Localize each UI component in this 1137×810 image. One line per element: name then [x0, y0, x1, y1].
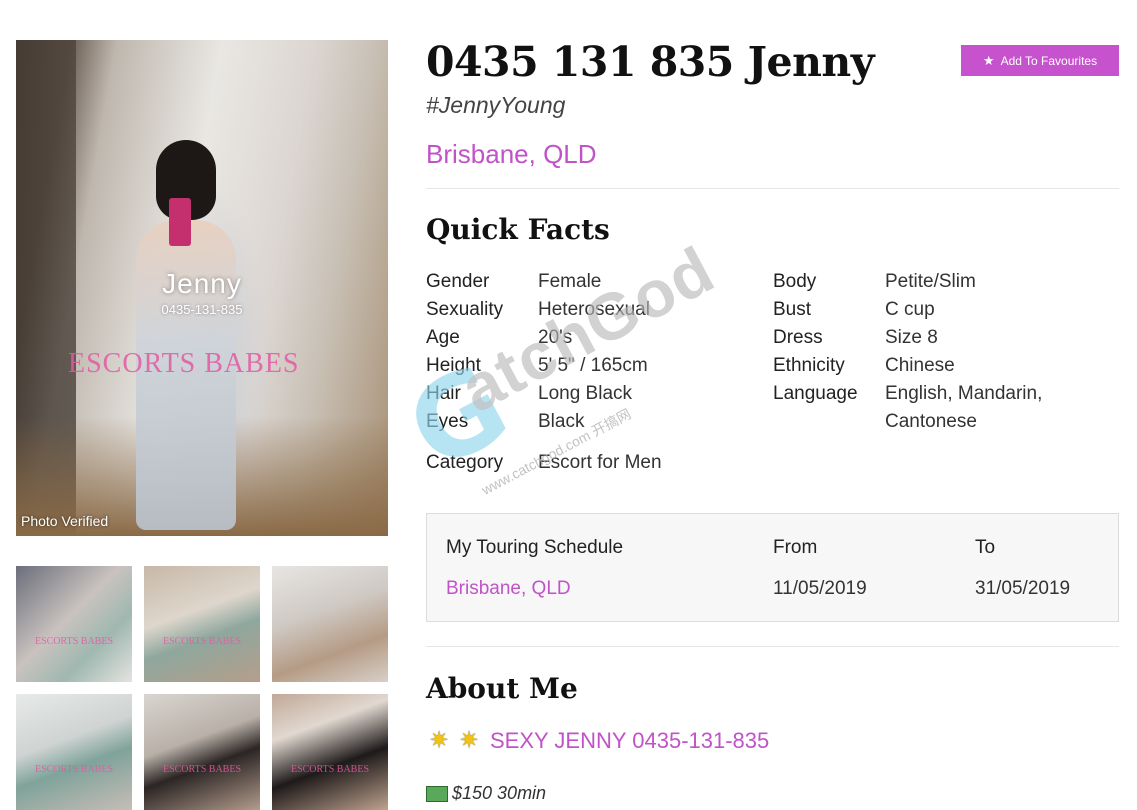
fact-value: Female [538, 271, 602, 292]
fact-label: Sexuality [426, 299, 504, 320]
sparkle-star-icon: ✷ [458, 727, 480, 754]
fact-label: Gender [426, 271, 490, 292]
touring-header-to: To [975, 537, 996, 558]
fact-label: Bust [773, 299, 812, 320]
photo-watermark-phone: 0435-131-835 [161, 302, 243, 317]
divider [426, 188, 1119, 189]
about-headline-text: SEXY JENNY 0435-131-835 [490, 728, 770, 753]
star-icon: ★ [982, 52, 995, 68]
about-price: $150 30min [426, 783, 546, 804]
fact-value: 5' 5" / 165cm [538, 355, 648, 376]
fact-value: Heterosexual [538, 299, 650, 320]
about-price-text: $150 30min [452, 783, 547, 803]
thumbnail-watermark: ESCORTS BABES [162, 636, 242, 647]
fact-label: Ethnicity [773, 355, 845, 376]
add-to-favourites-label: Add To Favourites [1000, 53, 1098, 68]
fact-value: Long Black [538, 383, 633, 404]
fact-label: Height [426, 355, 481, 376]
thumbnail-1[interactable]: ESCORTS BABES [16, 566, 132, 682]
touring-header-from: From [773, 537, 818, 558]
thumbnail-2[interactable]: ESCORTS BABES [144, 566, 260, 682]
touring-to-date: 31/05/2019 [975, 578, 1071, 599]
thumbnail-4[interactable]: ESCORTS BABES [16, 694, 132, 810]
fact-value: Black [538, 411, 585, 432]
thumbnail-watermark: ESCORTS BABES [34, 636, 114, 647]
touring-schedule-table: My Touring Schedule From To Brisbane, QL… [426, 513, 1119, 622]
fact-label: Category [426, 452, 504, 473]
thumbnail-5[interactable]: ESCORTS BABES [144, 694, 260, 810]
thumbnail-watermark: ESCORTS BABES [162, 764, 242, 775]
fact-label: Age [426, 327, 460, 348]
profile-title: 0435 131 835 Jenny [426, 38, 875, 86]
thumbnail-watermark: ESCORTS BABES [290, 764, 370, 775]
fact-value: C cup [885, 299, 935, 320]
about-headline: ✷ ✷ SEXY JENNY 0435-131-835 [426, 728, 769, 754]
thumbnail-3[interactable] [272, 566, 388, 682]
divider [426, 646, 1119, 647]
thumbnail-watermark: ESCORTS BABES [34, 764, 114, 775]
add-to-favourites-button[interactable]: ★ Add To Favourites [961, 45, 1119, 76]
photo-watermark-name: Jenny [162, 268, 242, 299]
money-icon [426, 785, 448, 802]
photo-verified-label: Photo Verified [21, 513, 109, 529]
profile-hashtag: #JennyYoung [426, 92, 566, 118]
photo-phone [169, 198, 191, 246]
thumbnail-6[interactable]: ESCORTS BABES [272, 694, 388, 810]
fact-label: Hair [426, 383, 461, 404]
fact-value: 20's [538, 327, 573, 348]
touring-from-date: 11/05/2019 [773, 578, 867, 599]
quick-facts-heading: Quick Facts [426, 213, 610, 246]
sparkle-star-icon: ✷ [428, 727, 450, 754]
profile-location-link[interactable]: Brisbane, QLD [426, 139, 597, 170]
photo-watermark-brand: ESCORTS BABES [68, 348, 300, 379]
fact-value: Escort for Men [538, 452, 662, 473]
fact-value: Chinese [885, 355, 955, 376]
fact-label: Language [773, 383, 858, 404]
touring-location-link[interactable]: Brisbane, QLD [446, 578, 571, 600]
fact-label: Dress [773, 327, 823, 348]
fact-value: Size 8 [885, 327, 938, 348]
fact-value: English, Mandarin, Cantonese [885, 383, 1043, 432]
main-profile-photo[interactable]: Jenny 0435-131-835 ESCORTS BABES Photo V… [16, 40, 388, 536]
fact-value: Petite/Slim [885, 271, 976, 292]
touring-header-schedule: My Touring Schedule [446, 537, 624, 558]
about-me-heading: About Me [426, 672, 578, 705]
fact-label: Body [773, 271, 817, 292]
fact-label: Eyes [426, 411, 469, 432]
